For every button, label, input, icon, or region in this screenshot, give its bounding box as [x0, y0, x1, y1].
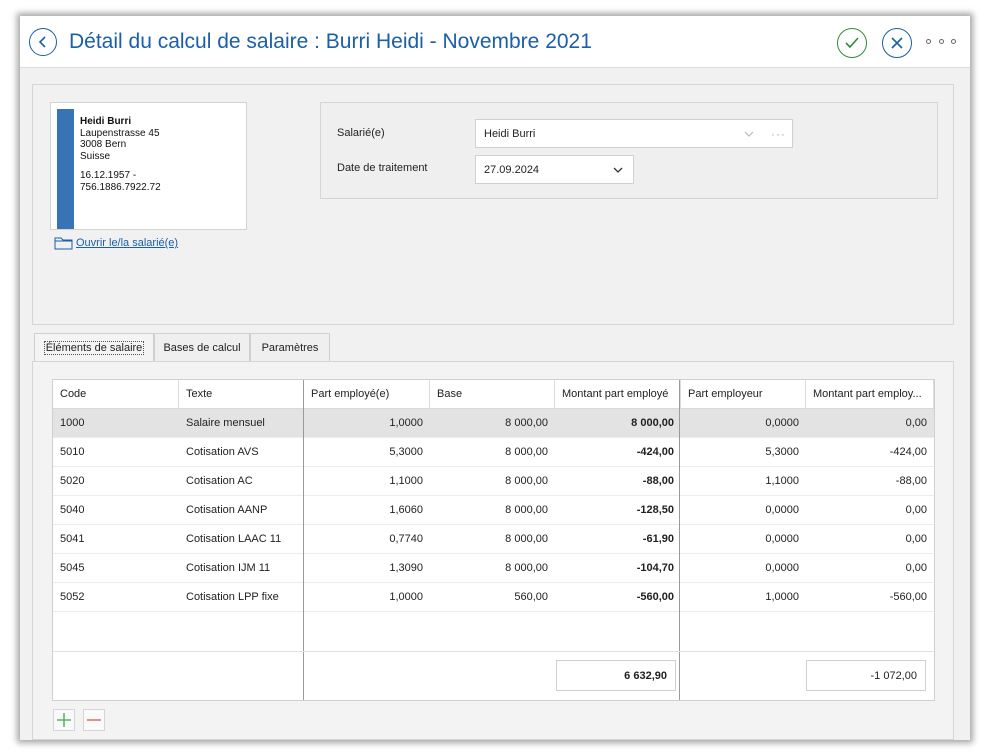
table-row[interactable]: 5020 Cotisation AC 1,1000 8 000,00 -88,0… [53, 467, 934, 496]
employee-select-value: Heidi Burri [484, 127, 536, 140]
table-header: Code Texte Part employé(e) Base Montant … [53, 380, 934, 409]
table-row[interactable]: 5041 Cotisation LAAC 11 0,7740 8 000,00 … [53, 525, 934, 554]
header-panel: Heidi Burri Laupenstrasse 45 3008 Bern S… [32, 84, 954, 325]
date-label: Date de traitement [337, 162, 428, 174]
employee-select[interactable]: Heidi Burri ··· [475, 119, 793, 148]
tab-elements-salaire[interactable]: Éléments de salaire [34, 333, 154, 362]
back-icon [38, 36, 46, 48]
minus-icon [87, 719, 101, 721]
date-select[interactable]: 27.09.2024 [475, 155, 634, 184]
employee-card: Heidi Burri Laupenstrasse 45 3008 Bern S… [50, 102, 247, 230]
page-title: Détail du calcul de salaire : Burri Heid… [69, 30, 592, 53]
plus-icon [57, 713, 71, 727]
selection-form: Salarié(e) Heidi Burri ··· Date de trait… [320, 102, 938, 199]
salary-table: Code Texte Part employé(e) Base Montant … [52, 379, 935, 701]
title-bar: Détail du calcul de salaire : Burri Heid… [20, 16, 970, 68]
salary-elements-panel: Code Texte Part employé(e) Base Montant … [32, 361, 954, 740]
add-row-button[interactable] [53, 709, 75, 731]
table-row[interactable]: 5045 Cotisation IJM 11 1,3090 8 000,00 -… [53, 554, 934, 583]
back-button[interactable] [29, 28, 57, 56]
open-employee-label: Ouvrir le/la salarié(e) [76, 237, 179, 249]
chevron-down-icon [744, 131, 754, 137]
employee-birthdate: 16.12.1957 - [80, 170, 137, 181]
close-icon [891, 37, 903, 49]
employee-city: 3008 Bern [80, 139, 127, 150]
browse-dots-icon[interactable]: ··· [771, 127, 786, 141]
card-accent-bar [57, 109, 74, 229]
folder-icon [54, 237, 73, 250]
check-icon [845, 37, 859, 49]
open-employee-link[interactable]: Ouvrir le/la salarié(e) [54, 236, 178, 250]
window: Détail du calcul de salaire : Burri Heid… [20, 16, 970, 740]
chevron-down-icon [613, 167, 623, 173]
table-row[interactable]: 5052 Cotisation LPP fixe 1,0000 560,00 -… [53, 583, 934, 612]
more-icon [926, 38, 931, 44]
more-button[interactable] [926, 34, 956, 48]
column-divider [679, 380, 680, 700]
tab-parametres[interactable]: Paramètres [250, 333, 330, 361]
cancel-button[interactable] [882, 28, 912, 58]
total-employee-amount: 6 632,90 [556, 660, 676, 691]
column-header[interactable]: Texte [179, 380, 304, 408]
confirm-button[interactable] [837, 28, 867, 58]
table-row[interactable]: 5040 Cotisation AANP 1,6060 8 000,00 -12… [53, 496, 934, 525]
employee-street: Laupenstrasse 45 [80, 127, 160, 139]
column-header[interactable]: Base [430, 380, 555, 408]
date-select-value: 27.09.2024 [484, 163, 540, 176]
table-row[interactable]: 1000 Salaire mensuel 1,0000 8 000,00 8 0… [53, 409, 934, 438]
column-header[interactable]: Part employé(e) [304, 380, 430, 408]
column-header[interactable]: Montant part employé [555, 380, 681, 408]
total-employer-amount: -1 072,00 [806, 660, 926, 691]
tab-bases-calcul[interactable]: Bases de calcul [154, 333, 250, 361]
employee-ssn: 756.1886.7922.72 [80, 181, 161, 193]
employee-label: Salarié(e) [337, 127, 385, 139]
footer-divider [53, 651, 934, 652]
column-header[interactable]: Part employeur [681, 380, 806, 408]
column-header[interactable]: Montant part employ... [806, 380, 934, 408]
column-divider [303, 380, 304, 700]
table-row[interactable]: 5010 Cotisation AVS 5,3000 8 000,00 -424… [53, 438, 934, 467]
remove-row-button[interactable] [83, 709, 105, 731]
column-header[interactable]: Code [53, 380, 179, 408]
employee-name: Heidi Burri [80, 116, 132, 127]
employee-country: Suisse [80, 150, 111, 162]
